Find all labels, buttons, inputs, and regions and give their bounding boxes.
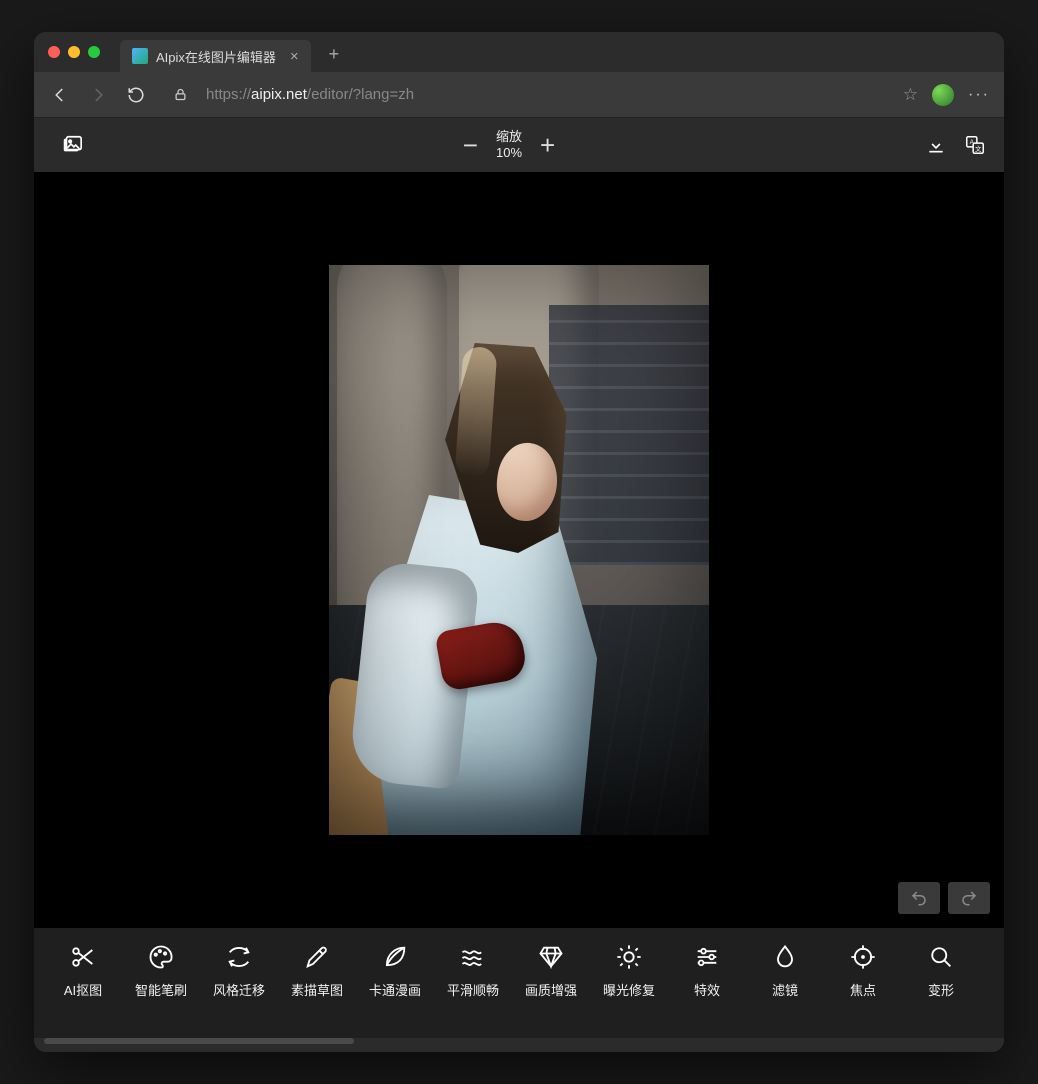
diamond-icon	[537, 942, 565, 972]
zoom-in-button[interactable]: +	[540, 130, 555, 161]
tool-label: 变形	[928, 980, 954, 999]
tool-label: 滤镜	[772, 980, 798, 999]
tool-label: 智能笔刷	[135, 980, 187, 999]
tool-label: 卡通漫画	[369, 980, 421, 999]
tool-cartoon[interactable]: 卡通漫画	[356, 942, 434, 999]
undo-button[interactable]	[898, 882, 940, 914]
tool-focus[interactable]: 焦点	[824, 942, 902, 999]
tool-label: 曝光修复	[603, 980, 655, 999]
sliders-icon	[693, 942, 721, 972]
browser-tab[interactable]: AIpix在线图片编辑器 ×	[120, 40, 311, 72]
url-bar: https://aipix.net/editor/?lang=zh ☆ ···	[34, 72, 1004, 118]
gallery-button[interactable]	[52, 134, 92, 156]
magnify-icon	[927, 942, 955, 972]
pencil-icon	[303, 942, 331, 972]
tool-label: 特效	[694, 980, 720, 999]
url-host: aipix.net	[251, 86, 307, 103]
download-button[interactable]	[926, 135, 946, 155]
forward-button[interactable]	[86, 86, 110, 104]
close-window-button[interactable]	[48, 46, 60, 58]
profile-avatar[interactable]	[932, 84, 954, 106]
language-button[interactable]: A文	[964, 134, 986, 156]
tool-sketch[interactable]: 素描草图	[278, 942, 356, 999]
close-tab-button[interactable]: ×	[290, 48, 299, 65]
waves-icon	[459, 942, 487, 972]
target-icon	[849, 942, 877, 972]
tab-title: AIpix在线图片编辑器	[156, 47, 276, 66]
browser-window: AIpix在线图片编辑器 × + https://aipix.net/edito…	[34, 32, 1004, 1052]
tool-exposure[interactable]: 曝光修复	[590, 942, 668, 999]
drop-icon	[771, 942, 799, 972]
scissors-icon	[69, 942, 97, 972]
svg-text:A: A	[970, 139, 975, 146]
redo-button[interactable]	[948, 882, 990, 914]
tool-label: 风格迁移	[213, 980, 265, 999]
edited-image[interactable]	[329, 265, 709, 835]
zoom-label: 缩放	[496, 129, 522, 145]
canvas-area[interactable]	[34, 172, 1004, 928]
tool-label: 素描草图	[291, 980, 343, 999]
back-button[interactable]	[48, 86, 72, 104]
lock-icon	[168, 87, 192, 102]
tool-label: 焦点	[850, 980, 876, 999]
leaf-icon	[381, 942, 409, 972]
tool-label: 画质增强	[525, 980, 577, 999]
svg-text:文: 文	[975, 144, 982, 153]
titlebar: AIpix在线图片编辑器 × +	[34, 32, 1004, 72]
tool-ai-cutout[interactable]: AI抠图	[44, 942, 122, 999]
maximize-window-button[interactable]	[88, 46, 100, 58]
zoom-out-button[interactable]: −	[463, 130, 478, 161]
tool-effects[interactable]: 特效	[668, 942, 746, 999]
browser-menu-button[interactable]: ···	[968, 86, 990, 104]
window-controls	[48, 46, 100, 58]
tool-strip[interactable]: AI抠图 智能笔刷 风格迁移 素描草图 卡通漫画 平滑顺畅 画质增强 曝光修复 特效 滤镜 焦点 变形	[34, 928, 1004, 1038]
refresh-button[interactable]	[124, 86, 148, 104]
tool-enhance[interactable]: 画质增强	[512, 942, 590, 999]
bookmark-button[interactable]: ☆	[903, 85, 918, 105]
zoom-readout: 缩放 10%	[496, 129, 522, 160]
toolstrip-scroll-thumb[interactable]	[44, 1038, 354, 1044]
favicon-icon	[132, 48, 148, 64]
toolstrip-scrollbar[interactable]	[44, 1038, 994, 1046]
tool-smooth[interactable]: 平滑顺畅	[434, 942, 512, 999]
palette-icon	[147, 942, 175, 972]
tool-style-trans[interactable]: 风格迁移	[200, 942, 278, 999]
new-tab-button[interactable]: +	[329, 44, 340, 65]
address-field[interactable]: https://aipix.net/editor/?lang=zh	[206, 86, 889, 103]
swap-icon	[225, 942, 253, 972]
url-protocol: https://	[206, 86, 251, 103]
tool-transform[interactable]: 变形	[902, 942, 980, 999]
sun-icon	[615, 942, 643, 972]
history-controls	[898, 882, 990, 914]
tool-filters[interactable]: 滤镜	[746, 942, 824, 999]
zoom-value: 10%	[496, 145, 522, 161]
tool-label: AI抠图	[64, 980, 102, 999]
url-path: /editor/?lang=zh	[307, 86, 414, 103]
zoom-controls: − 缩放 10% +	[92, 129, 926, 160]
tool-smart-brush[interactable]: 智能笔刷	[122, 942, 200, 999]
editor-app: − 缩放 10% + A文	[34, 118, 1004, 1052]
minimize-window-button[interactable]	[68, 46, 80, 58]
tool-label: 平滑顺畅	[447, 980, 499, 999]
editor-toolbar: − 缩放 10% + A文	[34, 118, 1004, 172]
